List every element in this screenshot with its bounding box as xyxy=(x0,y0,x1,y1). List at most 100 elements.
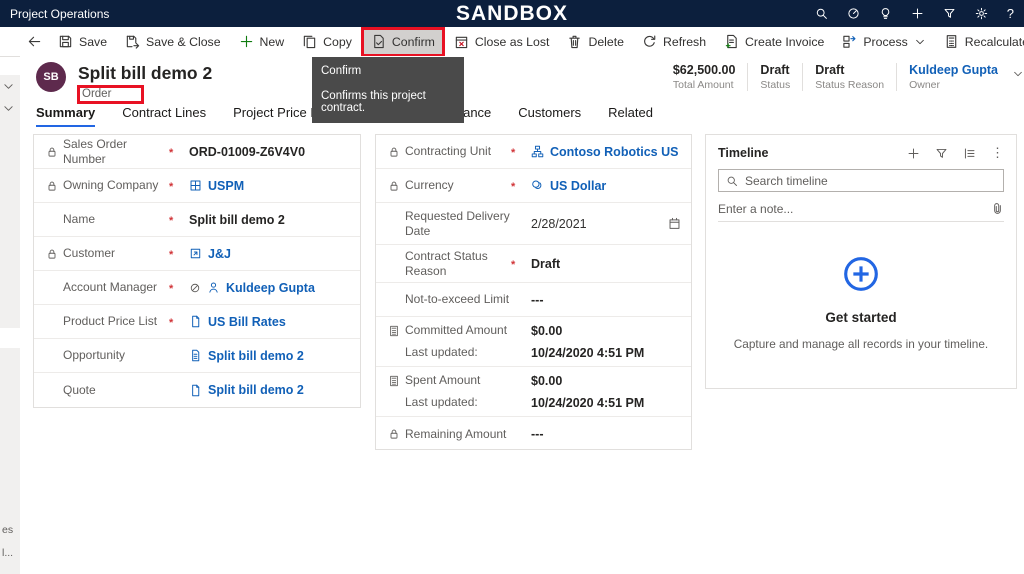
record-header: SB Split bill demo 2 Order $62,500.00 To… xyxy=(20,56,1024,105)
contracting-unit-link[interactable]: Contoso Robotics US xyxy=(550,145,678,159)
field-contracting-unit: Contracting Unit * Contoso Robotics US xyxy=(376,135,691,169)
help-icon[interactable]: ? xyxy=(1007,6,1014,21)
status-reason-value[interactable]: Draft xyxy=(531,257,560,271)
trash-icon xyxy=(567,34,582,49)
recalculate-button[interactable]: Recalculate xyxy=(935,28,1024,56)
stat-status: Draft Status xyxy=(747,63,802,91)
refresh-button[interactable]: Refresh xyxy=(633,28,715,56)
owning-company-link[interactable]: USPM xyxy=(208,179,244,193)
create-invoice-button[interactable]: Create Invoice xyxy=(715,28,833,56)
owner-link[interactable]: Kuldeep Gupta xyxy=(909,63,998,77)
lock-icon xyxy=(46,146,58,158)
lock-icon xyxy=(46,248,58,260)
chevron-down-icon[interactable] xyxy=(2,102,15,115)
field-currency: Currency * US Dollar xyxy=(376,169,691,203)
currency-icon xyxy=(531,179,544,192)
tab-summary[interactable]: Summary xyxy=(36,105,95,127)
account-manager-link[interactable]: Kuldeep Gupta xyxy=(226,281,315,295)
tab-related[interactable]: Related xyxy=(608,105,653,127)
price-list-icon xyxy=(189,315,202,328)
field-customer: Customer * J&J xyxy=(34,237,360,271)
get-started-plus-icon[interactable] xyxy=(843,256,879,292)
confirm-icon xyxy=(371,34,386,49)
customer-link[interactable]: J&J xyxy=(208,247,231,261)
stat-total-amount: $62,500.00 Total Amount xyxy=(661,63,748,91)
field-requested-delivery-date: Requested Delivery Date 2/28/2021 xyxy=(376,203,691,245)
environment-banner: SANDBOX xyxy=(456,2,568,26)
sitemap-chevrons xyxy=(2,80,15,115)
stat-status-reason: Draft Status Reason xyxy=(802,63,896,91)
currency-link[interactable]: US Dollar xyxy=(550,179,606,193)
plus-icon xyxy=(239,34,254,49)
tab-customers[interactable]: Customers xyxy=(518,105,581,127)
sitemap-item-fragment[interactable]: es xyxy=(2,524,13,536)
save-and-close-icon xyxy=(125,34,140,49)
tab-contract-lines[interactable]: Contract Lines xyxy=(122,105,206,127)
timeline-section: Timeline ⋮ Search timeline Enter a note.… xyxy=(705,134,1017,389)
search-icon xyxy=(726,175,738,187)
new-button[interactable]: New xyxy=(230,28,294,56)
filter-icon[interactable] xyxy=(943,7,956,20)
company-icon xyxy=(189,179,202,192)
org-chart-icon xyxy=(531,145,544,158)
field-remaining-amount: Remaining Amount --- xyxy=(376,417,691,451)
field-spent-amount: Spent Amount $0.00 Last updated: 10/24/2… xyxy=(376,367,691,417)
timeline-title: Timeline xyxy=(718,146,768,160)
delivery-date-value[interactable]: 2/28/2021 xyxy=(531,217,587,231)
general-section: Sales Order Number * ORD-01009-Z6V4V0 Ow… xyxy=(33,134,361,408)
calendar-icon[interactable] xyxy=(668,217,681,230)
get-started-title: Get started xyxy=(825,310,896,325)
opportunity-icon xyxy=(189,349,202,362)
timeline-expand-records-icon[interactable] xyxy=(963,147,976,160)
command-bar: Save Save & Close New Copy Confirm Close… xyxy=(0,27,1024,57)
process-icon xyxy=(842,34,857,49)
person-icon xyxy=(207,281,220,294)
confirm-tooltip: Confirm Confirms this project contract. xyxy=(312,57,464,123)
copy-button[interactable]: Copy xyxy=(293,28,361,56)
quote-link[interactable]: Split bill demo 2 xyxy=(208,383,304,397)
lock-icon xyxy=(46,180,58,192)
calculator-icon xyxy=(388,325,400,337)
field-contract-status-reason: Contract Status Reason * Draft xyxy=(376,245,691,283)
save-icon xyxy=(58,34,73,49)
delete-button[interactable]: Delete xyxy=(558,28,633,56)
note-input[interactable]: Enter a note... xyxy=(718,196,1004,222)
details-section: Contracting Unit * Contoso Robotics US C… xyxy=(375,134,692,450)
save-button[interactable]: Save xyxy=(49,28,116,56)
copy-icon xyxy=(302,34,317,49)
process-button[interactable]: Process xyxy=(833,28,934,56)
save-and-close-button[interactable]: Save & Close xyxy=(116,28,230,56)
get-started-caption: Capture and manage all records in your t… xyxy=(734,337,988,351)
tooltip-description: Confirms this project contract. xyxy=(321,90,455,114)
presence-blocked-icon xyxy=(189,282,201,294)
settings-gear-icon[interactable] xyxy=(975,7,988,20)
timeline-more-icon[interactable]: ⋮ xyxy=(991,145,1004,161)
collapse-header-chevron-icon[interactable] xyxy=(1012,68,1024,80)
top-navigation-bar: Project Operations SANDBOX ? xyxy=(0,0,1024,27)
app-name[interactable]: Project Operations xyxy=(10,7,109,21)
sitemap-item-fragment[interactable]: l... xyxy=(2,547,13,559)
quote-icon xyxy=(189,384,202,397)
timeline-add-icon[interactable] xyxy=(907,147,920,160)
paperclip-icon[interactable] xyxy=(991,202,1004,215)
timeline-search-input[interactable]: Search timeline xyxy=(718,169,1004,192)
timeline-filter-icon[interactable] xyxy=(935,147,948,160)
opportunity-link[interactable]: Split bill demo 2 xyxy=(208,349,304,363)
field-account-manager: Account Manager * Kuldeep Gupta xyxy=(34,271,360,305)
quick-create-plus-icon[interactable] xyxy=(911,7,924,20)
field-committed-amount: Committed Amount $0.00 Last updated: 10/… xyxy=(376,317,691,367)
close-as-lost-button[interactable]: Close as Lost xyxy=(445,28,559,56)
chevron-down-icon[interactable] xyxy=(2,80,15,93)
confirm-button[interactable]: Confirm xyxy=(361,27,445,57)
record-title: Split bill demo 2 xyxy=(78,63,212,84)
gauge-icon[interactable] xyxy=(847,7,860,20)
name-value[interactable]: Split bill demo 2 xyxy=(189,213,285,227)
invoice-icon xyxy=(724,34,739,49)
product-price-list-link[interactable]: US Bill Rates xyxy=(208,315,286,329)
lock-icon xyxy=(388,428,400,440)
lightbulb-icon[interactable] xyxy=(879,7,892,20)
lock-icon xyxy=(388,180,400,192)
search-icon[interactable] xyxy=(815,7,828,20)
back-button[interactable] xyxy=(20,28,49,56)
app-window: Project Operations SANDBOX ? Save Save &… xyxy=(0,0,1024,574)
